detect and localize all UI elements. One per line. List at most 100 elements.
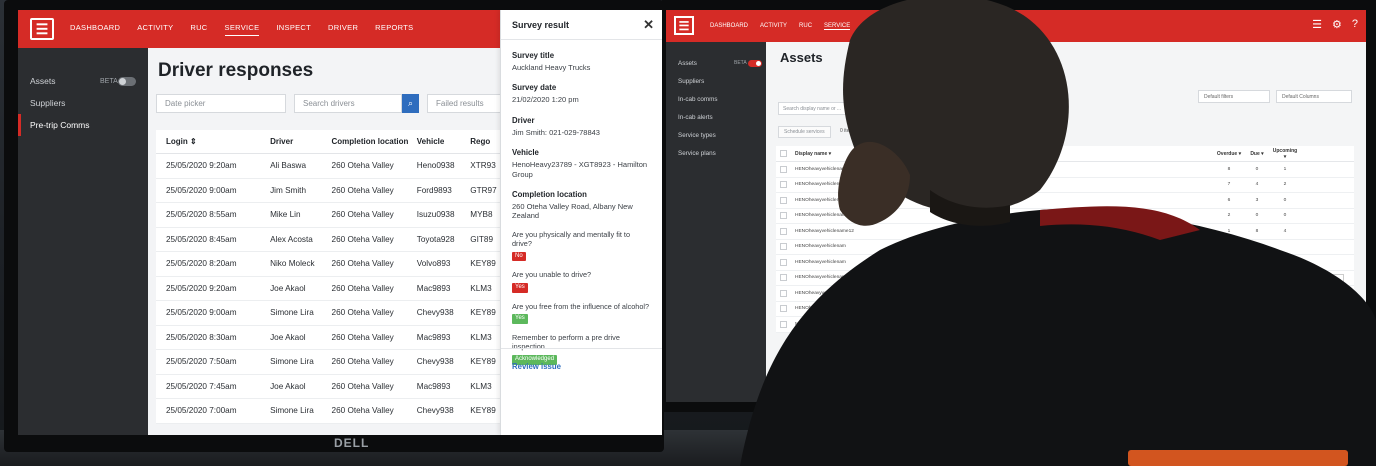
nav-reports[interactable]: REPORTS <box>375 23 413 35</box>
nav-inspect[interactable]: INSPECT <box>276 23 311 35</box>
login-cell: 25/05/2020 8:55am <box>166 210 237 220</box>
sidebar-item-pre-trip-comms[interactable]: Pre-trip Comms <box>18 114 148 136</box>
driver-cell: Mike Lin <box>270 210 301 220</box>
survey-field: Driver Jim Smith: 021-029-78843 <box>501 116 662 137</box>
sidebar-item-suppliers[interactable]: Suppliers <box>18 92 148 114</box>
table-header: Login ⇕ Driver Completion location Vehic… <box>156 130 500 154</box>
driver-cell: Joe Akaol <box>270 332 306 342</box>
beta-badge: BETA <box>100 77 118 85</box>
sidebar-item-label: Assets <box>30 76 56 86</box>
rego-cell: KLM3 <box>470 381 492 391</box>
table-row[interactable]: 25/05/2020 7:00am Simone Lira 260 Oteha Va… <box>156 399 500 424</box>
vehicle-cell: Volvo893 <box>416 259 451 269</box>
search-drivers-input[interactable]: Search drivers <box>294 94 402 113</box>
page-title: Driver responses <box>158 60 314 81</box>
table-row[interactable]: 25/05/2020 9:20am Joe Akaol 260 Oteha Vall… <box>156 277 500 301</box>
answer-badge: Yes <box>512 282 528 293</box>
login-cell: 25/05/2020 7:50am <box>166 357 237 367</box>
dell-logo: DELL <box>334 436 370 450</box>
vehicle-cell: Toyota928 <box>416 234 455 244</box>
left-screen: ☰ DASHBOARD ACTIVITY RUC SERVICE INSPECT… <box>18 10 662 435</box>
driver-cell: Alex Acosta <box>270 234 313 244</box>
location-cell: 260 Oteha Valley <box>331 283 394 293</box>
sidebar-item-label: Suppliers <box>30 98 66 108</box>
field-value: 260 Oteha Valley Road, Albany New Zealan… <box>512 201 633 221</box>
table-row[interactable]: 25/05/2020 9:00am Jim Smith 260 Oteha Vall… <box>156 179 500 203</box>
review-issue-link[interactable]: Review issue <box>512 362 561 371</box>
driver-cell: Simone Lira <box>270 357 314 367</box>
desk-lamp <box>1128 450 1348 466</box>
survey-field: Vehicle HenoHeavy23789 - XGT8923 - Hamilt… <box>501 148 662 179</box>
location-cell: 260 Oteha Valley <box>331 161 394 171</box>
rego-cell: KEY89 <box>470 308 496 318</box>
column-login[interactable]: Login ⇕ <box>156 137 270 146</box>
login-cell: 25/05/2020 9:20am <box>166 161 237 171</box>
date-picker-input[interactable]: Date picker <box>156 94 286 113</box>
login-cell: 25/05/2020 9:00am <box>166 308 237 318</box>
sidebar-item-assets[interactable]: Assets BETA <box>18 70 148 92</box>
vehicle-cell: Chevy938 <box>416 308 454 318</box>
column-vehicle: Vehicle <box>416 137 445 146</box>
question-text: Are you free from the influence of alcoh… <box>512 301 650 311</box>
vehicle-cell: Mac9893 <box>416 283 451 293</box>
login-cell: 25/05/2020 8:30am <box>166 332 237 342</box>
field-label: Vehicle <box>512 148 539 158</box>
table-row[interactable]: 25/05/2020 7:50am Simone Lira 260 Oteha Va… <box>156 350 500 375</box>
rego-cell: KEY89 <box>470 406 496 416</box>
column-completion-location: Completion location <box>331 137 409 146</box>
table-row[interactable]: 25/05/2020 8:20am Niko Moleck 260 Oteha Va… <box>156 252 500 277</box>
location-cell: 260 Oteha Valley <box>331 210 394 220</box>
left-monitor: ☰ DASHBOARD ACTIVITY RUC SERVICE INSPECT… <box>4 0 664 452</box>
driver-cell: Simone Lira <box>270 406 314 416</box>
vehicle-cell: Ford9893 <box>416 185 452 195</box>
brand-logo-icon[interactable]: ☰ <box>30 18 54 40</box>
login-cell: 25/05/2020 8:20am <box>166 259 237 269</box>
driver-cell: Niko Moleck <box>270 259 315 269</box>
survey-question: Are you free from the influence of alcoh… <box>501 302 662 324</box>
vehicle-cell: Chevy938 <box>416 357 454 367</box>
table-row[interactable]: 25/05/2020 8:30am Joe Akaol 260 Oteha Vall… <box>156 326 500 350</box>
rego-cell: XTR93 <box>470 161 496 171</box>
location-cell: 260 Oteha Valley <box>331 332 394 342</box>
login-cell: 25/05/2020 9:20am <box>166 283 237 293</box>
panel-header: Survey result ✕ <box>501 10 662 40</box>
question-text: Are you physically and mentally fit to d… <box>512 229 631 249</box>
field-label: Completion location <box>512 189 587 199</box>
nav-activity[interactable]: ACTIVITY <box>137 23 173 35</box>
location-cell: 260 Oteha Valley <box>331 234 394 244</box>
beta-toggle[interactable] <box>118 76 136 86</box>
survey-field: Survey title Auckland Heavy Trucks <box>501 51 662 72</box>
table-row[interactable]: 25/05/2020 8:45am Alex Acosta 260 Oteha Va… <box>156 228 500 252</box>
location-cell: 260 Oteha Valley <box>331 308 394 318</box>
main-content: Driver responses Date picker Search driv… <box>148 48 507 435</box>
status-filter-select[interactable]: Failed results <box>427 94 507 113</box>
table-row[interactable]: 25/05/2020 9:00am Simone Lira 260 Oteha Va… <box>156 301 500 326</box>
sidebar: Assets BETA Suppliers Pre-trip Comms <box>18 48 148 435</box>
rego-cell: MYB8 <box>470 210 493 220</box>
column-rego: Rego <box>470 137 491 146</box>
vehicle-cell: Heno0938 <box>416 161 455 171</box>
login-cell: 25/05/2020 9:00am <box>166 185 237 195</box>
search-icon[interactable]: ⌕ <box>402 94 419 113</box>
question-text: Are you unable to drive? <box>512 270 592 280</box>
driver-cell: Ali Baswa <box>270 161 307 171</box>
table-row[interactable]: 25/05/2020 9:20am Ali Baswa 260 Oteha Vall… <box>156 154 500 179</box>
question-text: Remember to perform a pre drive inspecti… <box>512 332 620 352</box>
login-cell: 25/05/2020 8:45am <box>166 234 237 244</box>
nav-dashboard[interactable]: DASHBOARD <box>70 23 120 35</box>
survey-field: Survey date 21/02/2020 1:20 pm <box>501 83 662 104</box>
rego-cell: KEY89 <box>470 259 496 269</box>
rego-cell: GIT89 <box>470 234 494 244</box>
nav-driver[interactable]: DRIVER <box>328 23 358 35</box>
driver-cell: Jim Smith <box>270 185 306 195</box>
driver-cell: Joe Akaol <box>270 283 306 293</box>
nav-service[interactable]: SERVICE <box>224 23 260 36</box>
close-icon[interactable]: ✕ <box>643 17 654 33</box>
panel-title: Survey result <box>512 19 570 30</box>
vehicle-cell: Chevy938 <box>416 406 454 416</box>
location-cell: 260 Oteha Valley <box>331 357 394 367</box>
table-row[interactable]: 25/05/2020 8:55am Mike Lin 260 Oteha Valle… <box>156 203 500 228</box>
field-value: HenoHeavy23789 - XGT8923 - Hamilton Grou… <box>512 160 648 179</box>
nav-ruc[interactable]: RUC <box>190 23 207 35</box>
table-row[interactable]: 25/05/2020 7:45am Joe Akaol 260 Oteha Vall… <box>156 375 500 399</box>
